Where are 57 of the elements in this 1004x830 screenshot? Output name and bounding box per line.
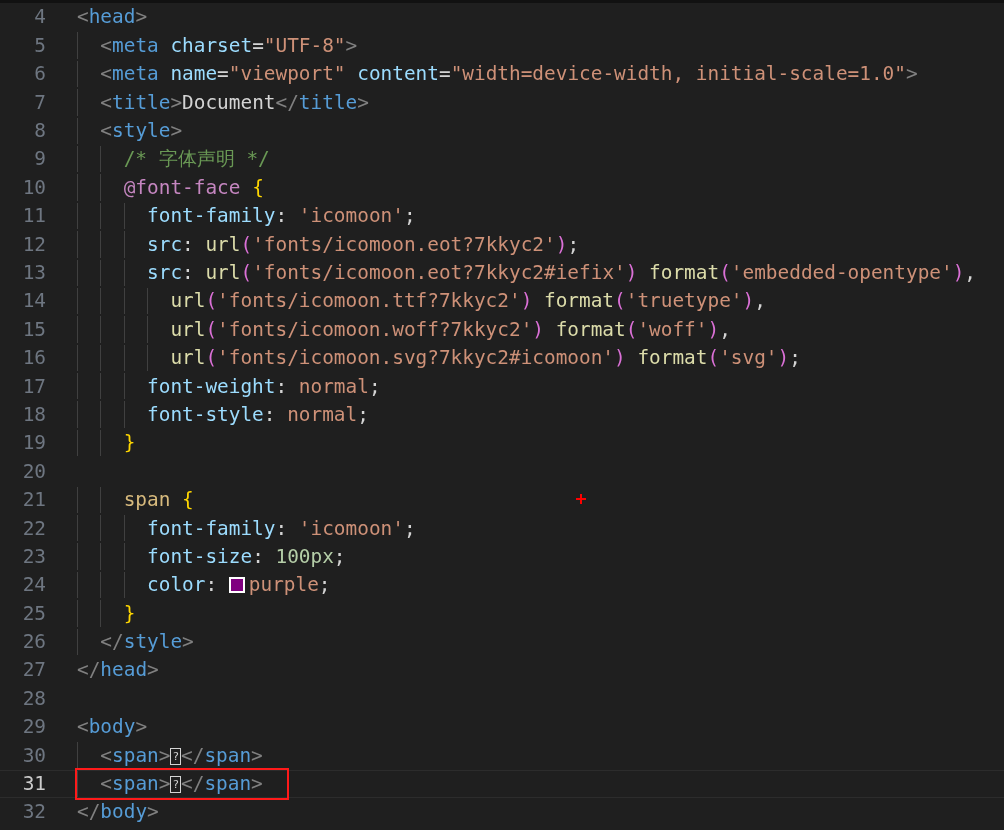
line-number: 18 [21, 404, 46, 425]
line-number: 22 [21, 518, 46, 538]
code-line: <body> [77, 717, 148, 737]
code-line: @font-face { [122, 177, 264, 198]
line-number: 20 [21, 461, 46, 482]
code-line: <meta name="viewport" content="width=device-width, initial-scale=1.0"> [99, 64, 918, 84]
line-number: 11 [21, 206, 46, 226]
line-number: 8 [33, 121, 46, 141]
line-number: 30 [21, 745, 46, 766]
code-line: </head> [77, 660, 159, 680]
line-number: 19 [21, 433, 46, 453]
code-line: url('fonts/icomoon.woff?7kkyc2') format('woff'), [169, 319, 731, 340]
line-number: 10 [21, 177, 46, 198]
code-line: <style> [99, 121, 183, 141]
code-line: font-style: normal; [146, 404, 369, 425]
code-line: <title>Document</title> [99, 92, 369, 113]
line-number: 14 [21, 291, 46, 311]
code-line: font-size: 100px; [146, 546, 346, 567]
line-number: 7 [33, 92, 46, 113]
code-line: span { [122, 490, 194, 510]
line-number: 32 [21, 802, 46, 822]
line-number: 31 [21, 774, 46, 794]
line-number: 15 [21, 319, 46, 340]
code-line: <span>?</span> [99, 774, 263, 794]
code-line: } [122, 603, 136, 624]
line-number: 12 [21, 234, 46, 254]
line-number: 17 [21, 376, 46, 396]
code-line: <head> [77, 7, 148, 27]
line-number: 6 [33, 64, 46, 84]
line-number: 25 [21, 603, 46, 624]
code-line: /* 字体声明 */ [122, 149, 270, 169]
line-number: 21 [21, 490, 46, 510]
code-line: </style> [99, 632, 194, 652]
line-number: 5 [33, 35, 46, 56]
line-number: 29 [21, 717, 46, 737]
code-line: <span>?</span> [99, 745, 263, 766]
code-line: font-family: 'icomoon'; [146, 206, 416, 226]
line-number: 4 [33, 7, 46, 27]
line-number: 13 [21, 263, 46, 283]
code-line: url('fonts/icomoon.svg?7kkyc2#icomoon') format('svg'); [169, 348, 801, 368]
code-line: </body> [77, 802, 159, 822]
line-number: 26 [21, 632, 46, 652]
line-number: 27 [21, 660, 46, 680]
code-line: } [122, 433, 136, 453]
line-number: 23 [21, 546, 46, 567]
code-line: font-family: 'icomoon'; [146, 518, 416, 538]
code-line: src: url('fonts/icomoon.eot?7kkyc2#iefix') format('embedded-opentype'), [146, 263, 977, 283]
code-line: src: url('fonts/icomoon.eot?7kkyc2'); [146, 234, 580, 254]
code-line: color: purple; [146, 575, 331, 595]
line-number: 24 [21, 575, 46, 595]
code-line: <meta charset="UTF-8"> [99, 35, 358, 56]
line-number: 9 [33, 149, 46, 169]
line-number: 16 [21, 348, 46, 368]
code-line: url('fonts/icomoon.ttf?7kkyc2') format('truetype'), [169, 291, 766, 311]
line-number: 28 [21, 688, 46, 709]
code-line: font-weight: normal; [146, 376, 381, 396]
crosshair-cursor-icon [576, 494, 586, 504]
